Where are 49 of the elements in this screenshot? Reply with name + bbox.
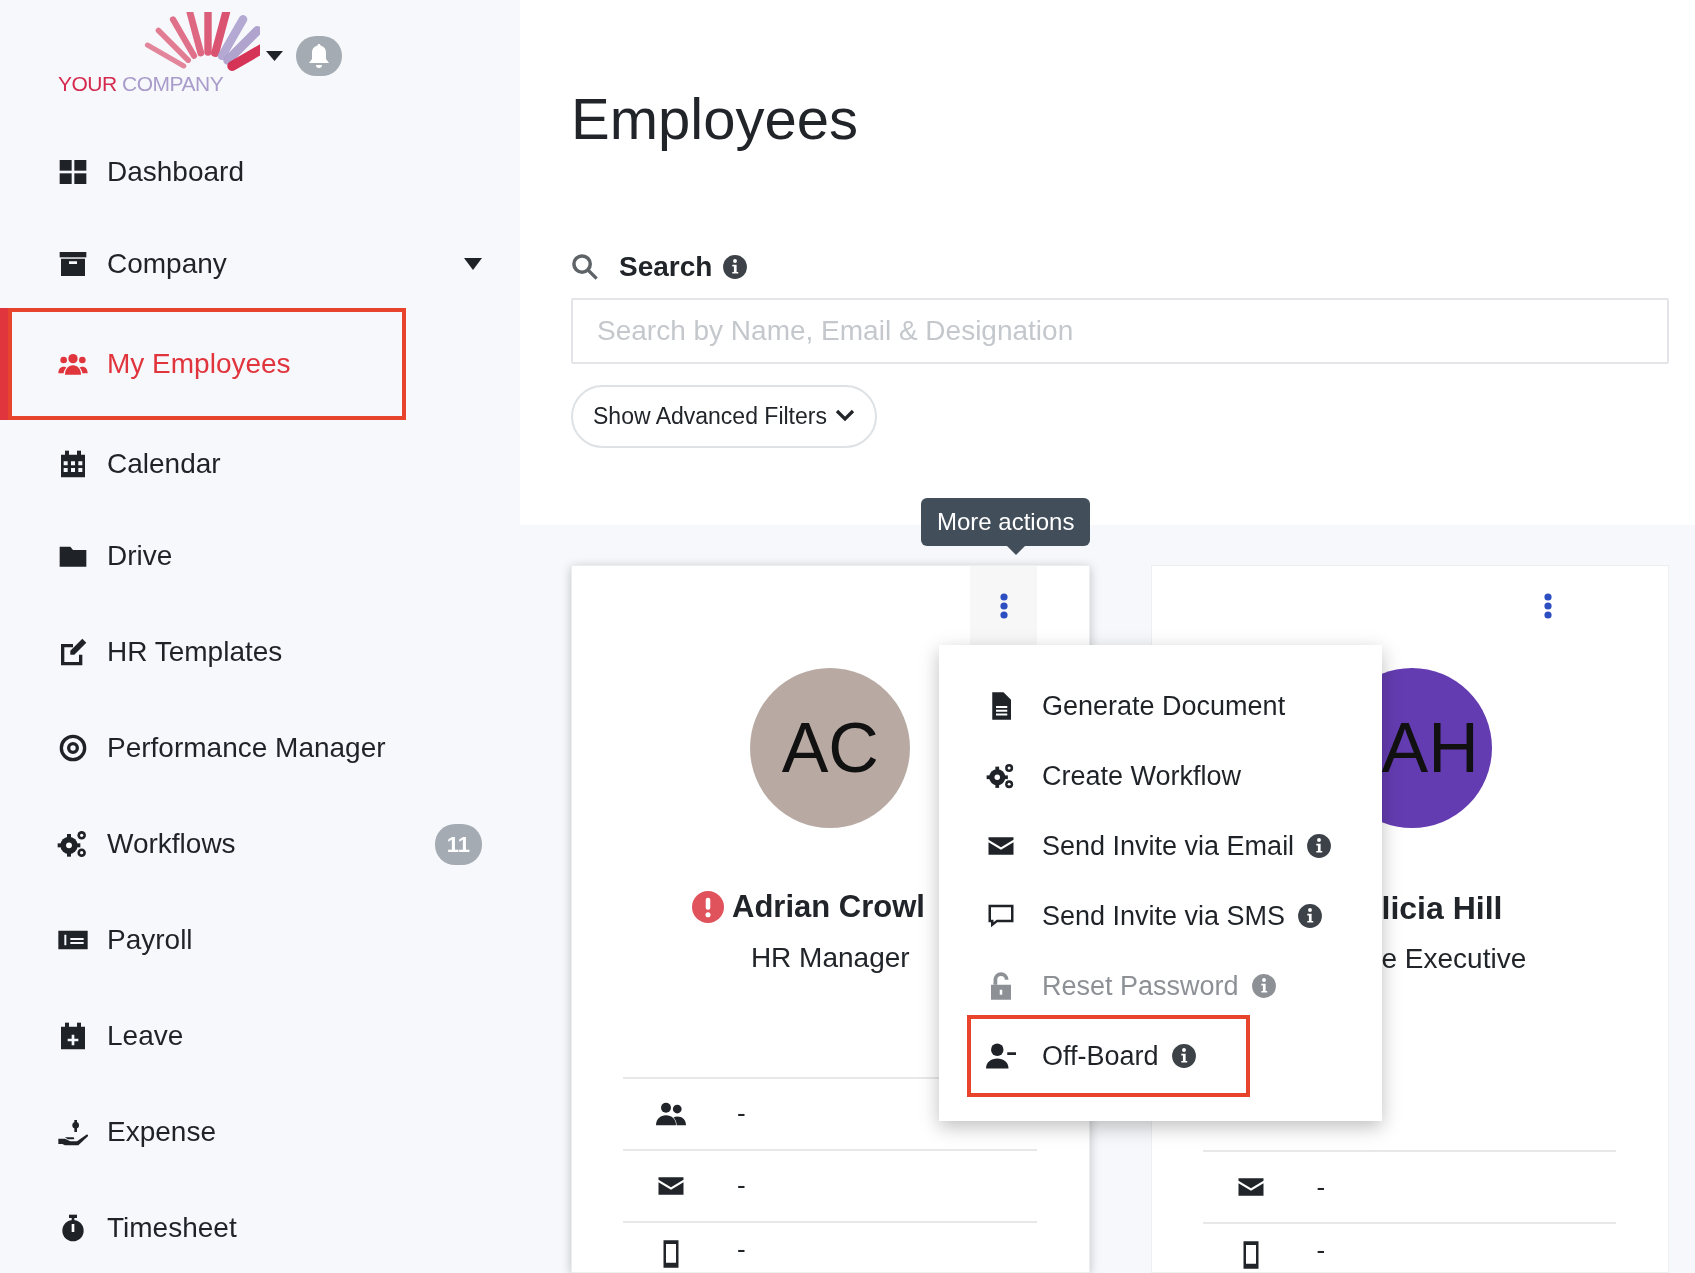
menu-item[interactable]: Off-Board: [967, 1015, 1250, 1097]
sidebar-item[interactable]: Dashboard: [0, 124, 520, 220]
avatar-initials: AH: [1381, 708, 1480, 789]
field-value: -: [737, 1232, 746, 1266]
employee-designation: HR Manager: [749, 940, 911, 975]
menu-item[interactable]: Send Invite via SMS: [939, 881, 1382, 951]
field-value: -: [737, 1097, 746, 1130]
avatar: AC: [750, 668, 911, 828]
notification-button[interactable]: [296, 36, 342, 76]
employee-name: licia Hill: [1381, 890, 1503, 926]
menu-item[interactable]: Send Invite via Email: [939, 811, 1382, 881]
search-icon: [571, 253, 599, 281]
field-value: -: [1316, 1170, 1326, 1204]
sidebar-item[interactable]: Calendar: [0, 420, 520, 508]
field-value: -: [1316, 1234, 1326, 1267]
count-badge: 11: [434, 823, 482, 865]
target-icon: [57, 732, 89, 764]
menu-item[interactable]: Generate Document: [939, 671, 1382, 741]
sidebar-item[interactable]: Timesheet: [0, 1180, 520, 1273]
logo-text: COMPANY: [122, 72, 224, 95]
info-icon: [722, 254, 749, 280]
kebab-icon: [1544, 592, 1552, 619]
sidebar-item[interactable]: My Employees: [0, 308, 520, 420]
gears-icon: [57, 828, 89, 860]
menu-item[interactable]: Create Workflow: [939, 741, 1382, 811]
search-label: Search: [619, 250, 713, 284]
sidebar-item[interactable]: HR Templates: [0, 604, 520, 700]
field-value: -: [737, 1169, 746, 1202]
search-field[interactable]: Search by Name, Email & Designation: [571, 298, 1669, 364]
employee-designation: e Executive: [1381, 943, 1527, 974]
sidebar-item[interactable]: Expense: [0, 1084, 520, 1180]
caret-icon[interactable]: [266, 51, 283, 61]
tooltip-arrow: [1006, 545, 1026, 555]
kebab-icon: [999, 592, 1008, 619]
sidebar-item[interactable]: Leave: [0, 988, 520, 1084]
sidebar-item[interactable]: Drive: [0, 508, 520, 604]
employee-name: Adrian Crowl: [732, 888, 925, 926]
more-actions-button[interactable]: [970, 566, 1037, 645]
sidebar-item[interactable]: Workflows 11: [0, 796, 520, 892]
logo-text: YOUR: [58, 72, 117, 95]
tooltip: More actions: [921, 498, 1091, 546]
chevron-down-icon: [834, 409, 855, 424]
advanced-filters-button[interactable]: Show Advanced Filters: [571, 385, 877, 448]
gears-icon: [986, 761, 1016, 791]
sidebar-item[interactable]: Payroll: [0, 892, 520, 988]
user-minus-icon: [986, 1041, 1016, 1071]
bell-icon: [307, 43, 331, 69]
sidebar-item[interactable]: Company: [0, 220, 520, 308]
sidebar-item[interactable]: Performance Manager: [0, 700, 520, 796]
